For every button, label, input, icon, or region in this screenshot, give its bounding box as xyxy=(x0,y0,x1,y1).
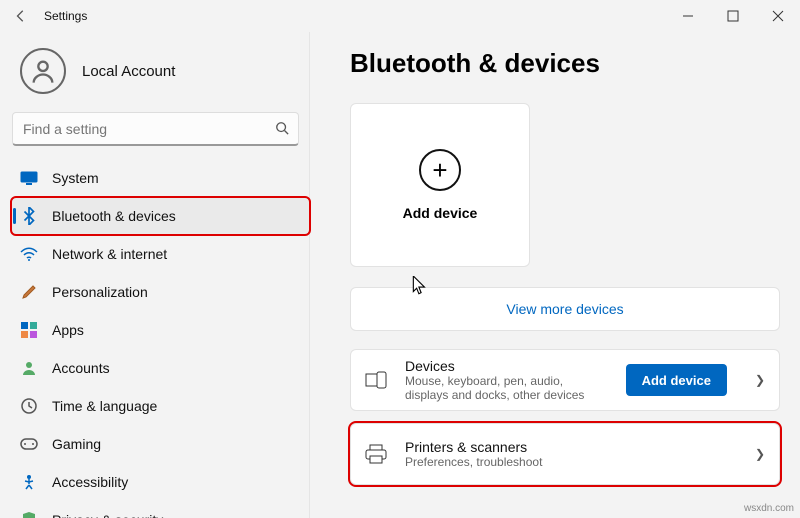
user-account[interactable]: Local Account xyxy=(12,40,309,112)
printers-subtitle: Preferences, troubleshoot xyxy=(405,455,727,469)
search-input[interactable] xyxy=(12,112,299,146)
sidebar: Local Account System Bluetooth & devices xyxy=(0,32,310,518)
devices-row[interactable]: Devices Mouse, keyboard, pen, audio, dis… xyxy=(350,349,780,411)
add-device-label: Add device xyxy=(403,205,478,221)
add-device-button[interactable]: Add device xyxy=(626,364,727,396)
maximize-button[interactable] xyxy=(710,0,755,32)
window-title: Settings xyxy=(44,9,665,23)
printer-icon xyxy=(365,443,387,465)
nav-label: Accessibility xyxy=(52,474,128,490)
wifi-icon xyxy=(20,245,38,263)
sidebar-item-privacy-security[interactable]: Privacy & security xyxy=(12,502,309,518)
search-icon xyxy=(275,121,289,140)
sidebar-item-accounts[interactable]: Accounts xyxy=(12,350,309,386)
nav-label: Personalization xyxy=(52,284,148,300)
nav-label: Gaming xyxy=(52,436,101,452)
back-button[interactable] xyxy=(12,7,30,25)
avatar-icon xyxy=(20,48,66,94)
minimize-button[interactable] xyxy=(665,0,710,32)
sidebar-item-network[interactable]: Network & internet xyxy=(12,236,309,272)
sidebar-item-system[interactable]: System xyxy=(12,160,309,196)
nav-label: Time & language xyxy=(52,398,157,414)
devices-title: Devices xyxy=(405,358,608,374)
devices-subtitle: Mouse, keyboard, pen, audio, displays an… xyxy=(405,374,608,402)
sidebar-item-accessibility[interactable]: Accessibility xyxy=(12,464,309,500)
chevron-right-icon: ❯ xyxy=(755,447,765,461)
page-title: Bluetooth & devices xyxy=(350,48,780,79)
view-more-label: View more devices xyxy=(506,301,623,317)
watermark: wsxdn.com xyxy=(744,503,794,514)
printers-scanners-row[interactable]: Printers & scanners Preferences, trouble… xyxy=(350,423,780,485)
titlebar: Settings xyxy=(0,0,800,32)
nav-label: System xyxy=(52,170,99,186)
cursor-icon xyxy=(412,276,428,296)
search-box[interactable] xyxy=(12,112,299,146)
shield-icon xyxy=(20,511,38,518)
user-name: Local Account xyxy=(82,63,175,80)
nav-label: Bluetooth & devices xyxy=(52,208,176,224)
close-button[interactable] xyxy=(755,0,800,32)
nav-label: Privacy & security xyxy=(52,512,163,518)
sidebar-item-time-language[interactable]: Time & language xyxy=(12,388,309,424)
plus-icon: + xyxy=(419,149,461,191)
system-icon xyxy=(20,169,38,187)
printers-title: Printers & scanners xyxy=(405,439,727,455)
sidebar-item-personalization[interactable]: Personalization xyxy=(12,274,309,310)
gaming-icon xyxy=(20,435,38,453)
accounts-icon xyxy=(20,359,38,377)
clock-icon xyxy=(20,397,38,415)
accessibility-icon xyxy=(20,473,38,491)
main-content: Bluetooth & devices + Add device View mo… xyxy=(310,32,800,518)
chevron-right-icon: ❯ xyxy=(755,373,765,387)
bluetooth-icon xyxy=(20,207,38,225)
nav-label: Apps xyxy=(52,322,84,338)
add-device-card[interactable]: + Add device xyxy=(350,103,530,267)
brush-icon xyxy=(20,283,38,301)
nav-label: Network & internet xyxy=(52,246,167,262)
nav-label: Accounts xyxy=(52,360,110,376)
devices-icon xyxy=(365,369,387,391)
sidebar-item-apps[interactable]: Apps xyxy=(12,312,309,348)
apps-icon xyxy=(20,321,38,339)
sidebar-item-bluetooth-devices[interactable]: Bluetooth & devices xyxy=(12,198,309,234)
sidebar-item-gaming[interactable]: Gaming xyxy=(12,426,309,462)
